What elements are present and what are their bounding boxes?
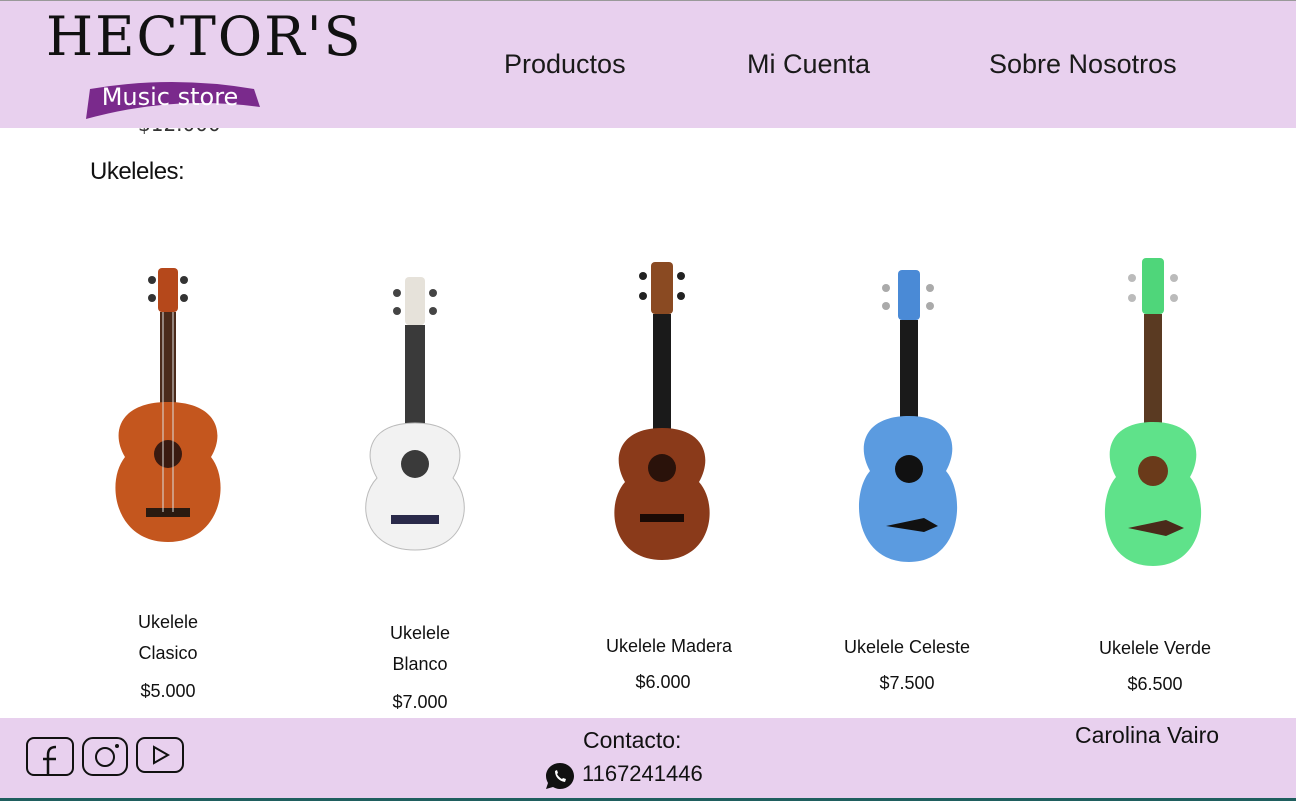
whatsapp-icon[interactable] [544, 761, 576, 791]
product-card-ukelele-madera[interactable]: Ukelele Madera $6.000 [594, 631, 744, 693]
nav-mi-cuenta[interactable]: Mi Cuenta [747, 49, 870, 80]
product-name: Ukelele Clasico [120, 607, 216, 669]
youtube-icon[interactable] [136, 737, 184, 775]
product-image-ukelele-celeste[interactable] [846, 266, 966, 566]
product-image-ukelele-blanco[interactable] [352, 275, 477, 555]
product-image-ukelele-madera[interactable] [603, 258, 723, 563]
product-name-line1: Ukelele [389, 623, 451, 643]
product-price: $5.000 [140, 681, 196, 701]
product-name-line2: Blanco [392, 654, 448, 674]
section-title: Ukeleles: [90, 158, 185, 185]
nav-productos[interactable]: Productos [504, 49, 626, 80]
product-name: Ukelele Blanco [372, 618, 468, 680]
product-price: $7.000 [392, 692, 448, 712]
instagram-icon[interactable] [82, 737, 128, 777]
product-card-ukelele-blanco[interactable]: Ukelele Blanco $7.000 [372, 618, 468, 713]
site-header: HECTOR'S Music store Productos Mi Cuenta… [0, 0, 1296, 128]
facebook-icon[interactable] [26, 737, 74, 777]
product-price: $6.500 [1127, 674, 1183, 694]
nav-sobre-nosotros[interactable]: Sobre Nosotros [989, 49, 1177, 80]
product-price: $6.000 [635, 672, 691, 692]
product-name: Ukelele Madera [605, 636, 733, 656]
product-card-ukelele-verde[interactable]: Ukelele Verde $6.500 [1080, 633, 1230, 695]
product-card-ukelele-celeste[interactable]: Ukelele Celeste $7.500 [832, 632, 982, 694]
product-price: $7.500 [879, 673, 935, 693]
author-name: Carolina Vairo [1075, 722, 1220, 748]
product-image-ukelele-clasico[interactable] [100, 262, 235, 552]
product-name-line2: Clasico [138, 643, 198, 663]
contact-label: Contacto: [583, 727, 682, 753]
product-name: Ukelele Celeste [843, 637, 971, 657]
product-card-ukelele-clasico[interactable]: Ukelele Clasico $5.000 [120, 607, 216, 702]
product-name-line1: Ukelele [137, 612, 199, 632]
contact-phone[interactable]: 1167241446 [582, 761, 703, 787]
main-nav: Productos Mi Cuenta Sobre Nosotros [0, 49, 1296, 89]
product-name: Ukelele Verde [1098, 638, 1212, 658]
product-image-ukelele-verde[interactable] [1094, 256, 1212, 568]
